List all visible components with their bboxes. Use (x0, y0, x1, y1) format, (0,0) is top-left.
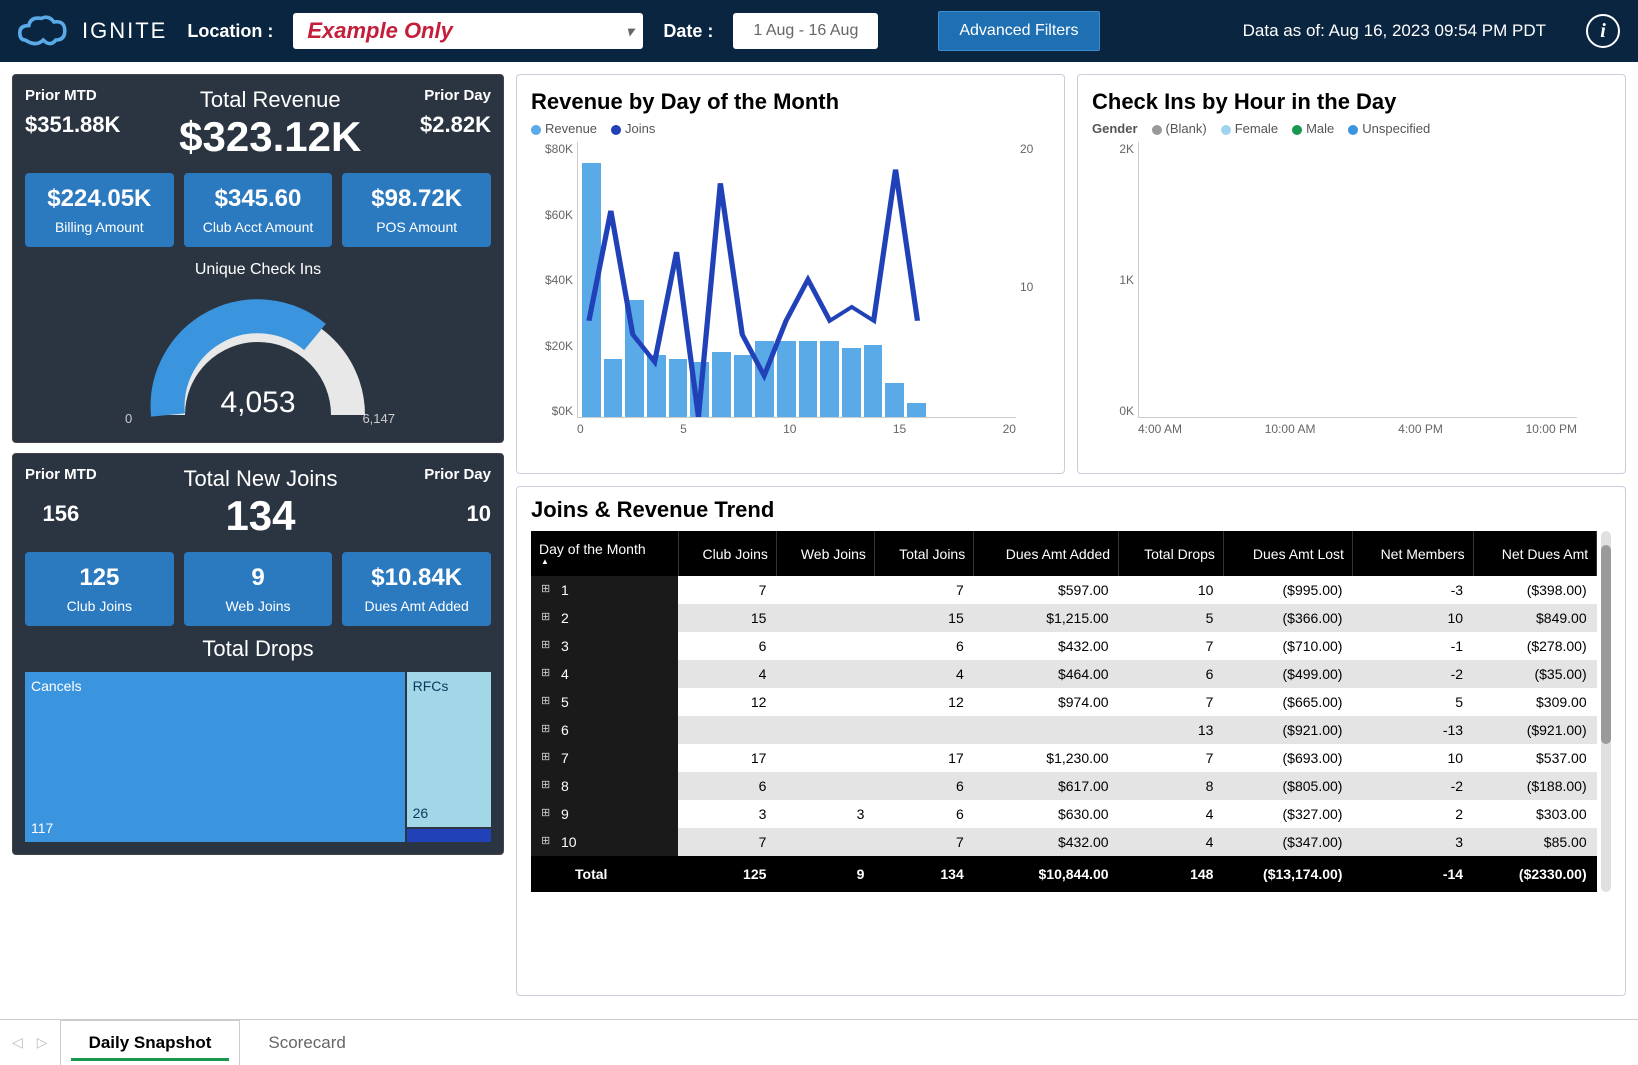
tile-club-acct-amount[interactable]: $345.60Club Acct Amount (184, 173, 333, 247)
revenue-by-day-chart: Revenue by Day of the Month Revenue Join… (516, 74, 1065, 474)
prior-day-label: Prior Day (420, 87, 491, 104)
treemap-cancels[interactable]: Cancels 117 (25, 672, 405, 842)
revenue-bar[interactable] (864, 345, 883, 417)
top-bar: IGNITE Location : Example Only ▾ Date : … (0, 0, 1638, 62)
table-header[interactable]: Club Joins (678, 531, 776, 576)
revenue-bar[interactable] (885, 383, 904, 417)
table-row[interactable]: 1077$432.004($347.00)3$85.00 (531, 828, 1597, 856)
total-revenue-value: $323.12K (179, 113, 361, 161)
date-label: Date : (663, 21, 713, 42)
brand-logo: IGNITE (18, 11, 167, 51)
revenue-bar[interactable] (582, 163, 601, 417)
tile-billing-amount[interactable]: $224.05KBilling Amount (25, 173, 174, 247)
joins-revenue-table[interactable]: Day of the MonthClub JoinsWeb JoinsTotal… (531, 531, 1597, 892)
table-row[interactable]: 9336$630.004($327.00)2$303.00 (531, 800, 1597, 828)
table-row[interactable]: 444$464.006($499.00)-2($35.00) (531, 660, 1597, 688)
table-row[interactable]: 177$597.0010($995.00)-3($398.00) (531, 576, 1597, 604)
chart-legend: Revenue Joins (531, 121, 1050, 136)
prior-mtd-value: $351.88K (25, 112, 120, 138)
table-header[interactable]: Net Members (1352, 531, 1473, 576)
checkins-by-hour-chart: Check Ins by Hour in the Day Gender (Bla… (1077, 74, 1626, 474)
revenue-bar[interactable] (625, 300, 644, 417)
revenue-bar[interactable] (820, 341, 839, 417)
brand-name: IGNITE (82, 18, 167, 44)
table-header[interactable]: Net Dues Amt (1473, 531, 1597, 576)
location-dropdown[interactable]: Example Only ▾ (293, 13, 643, 49)
chevron-down-icon: ▾ (626, 23, 633, 40)
total-revenue-card: Prior MTD $351.88K Total Revenue $323.12… (12, 74, 504, 443)
chart-legend: Gender (Blank) Female Male Unspecified (1092, 121, 1611, 136)
total-revenue-title: Total Revenue (179, 87, 361, 113)
prior-day-value: $2.82K (420, 112, 491, 138)
unique-checkins-gauge: Unique Check Ins 0 6,147 4,053 (25, 261, 491, 430)
sheet-tabs: ◁▷ Daily Snapshot Scorecard (0, 1019, 1638, 1065)
revenue-bar[interactable] (842, 348, 861, 417)
info-icon[interactable]: i (1586, 14, 1620, 48)
table-row[interactable]: 71717$1,230.007($693.00)10$537.00 (531, 744, 1597, 772)
table-header[interactable]: Dues Amt Added (974, 531, 1119, 576)
total-joins-card: Prior MTD 156 Total New Joins 134 Prior … (12, 453, 504, 855)
table-header[interactable]: Day of the Month (531, 531, 678, 576)
table-row[interactable]: 51212$974.007($665.00)5$309.00 (531, 688, 1597, 716)
treemap-rfcs[interactable]: RFCs 26 (407, 672, 491, 827)
revenue-bar[interactable] (777, 341, 796, 417)
location-value: Example Only (307, 18, 453, 44)
tab-scorecard[interactable]: Scorecard (240, 1020, 373, 1065)
data-as-of-label: Data as of: Aug 16, 2023 09:54 PM PDT (1243, 21, 1546, 41)
tab-nav-arrows[interactable]: ◁▷ (0, 1020, 60, 1065)
table-header[interactable]: Total Joins (874, 531, 973, 576)
table-scrollbar[interactable] (1601, 531, 1611, 892)
tile-pos-amount[interactable]: $98.72KPOS Amount (342, 173, 491, 247)
revenue-bar[interactable] (755, 341, 774, 417)
prior-mtd-label: Prior MTD (25, 87, 120, 104)
total-drops-treemap[interactable]: Cancels 117 RFCs 26 (25, 672, 491, 842)
revenue-bar[interactable] (799, 341, 818, 417)
table-row[interactable]: 866$617.008($805.00)-2($188.00) (531, 772, 1597, 800)
tile-dues-amt-added[interactable]: $10.84KDues Amt Added (342, 552, 491, 626)
tile-club-joins[interactable]: 125Club Joins (25, 552, 174, 626)
table-header[interactable]: Web Joins (776, 531, 874, 576)
table-header[interactable]: Dues Amt Lost (1223, 531, 1352, 576)
revenue-bar[interactable] (647, 355, 666, 417)
treemap-other[interactable] (407, 829, 491, 842)
table-header[interactable]: Total Drops (1119, 531, 1224, 576)
logo-icon (18, 11, 72, 51)
advanced-filters-button[interactable]: Advanced Filters (938, 11, 1099, 51)
revenue-bar[interactable] (669, 359, 688, 417)
revenue-bar[interactable] (734, 355, 753, 417)
table-row[interactable]: 366$432.007($710.00)-1($278.00) (531, 632, 1597, 660)
revenue-bar[interactable] (712, 352, 731, 417)
table-row[interactable]: 613($921.00)-13($921.00) (531, 716, 1597, 744)
joins-revenue-trend-card: Joins & Revenue Trend Day of the MonthCl… (516, 486, 1626, 996)
date-range-input[interactable]: 1 Aug - 16 Aug (733, 13, 878, 49)
revenue-bar[interactable] (690, 362, 709, 417)
revenue-bar[interactable] (907, 403, 926, 417)
tile-web-joins[interactable]: 9Web Joins (184, 552, 333, 626)
location-label: Location : (187, 21, 273, 42)
table-row[interactable]: 21515$1,215.005($366.00)10$849.00 (531, 604, 1597, 632)
revenue-bar[interactable] (604, 359, 623, 417)
tab-daily-snapshot[interactable]: Daily Snapshot (60, 1020, 241, 1065)
